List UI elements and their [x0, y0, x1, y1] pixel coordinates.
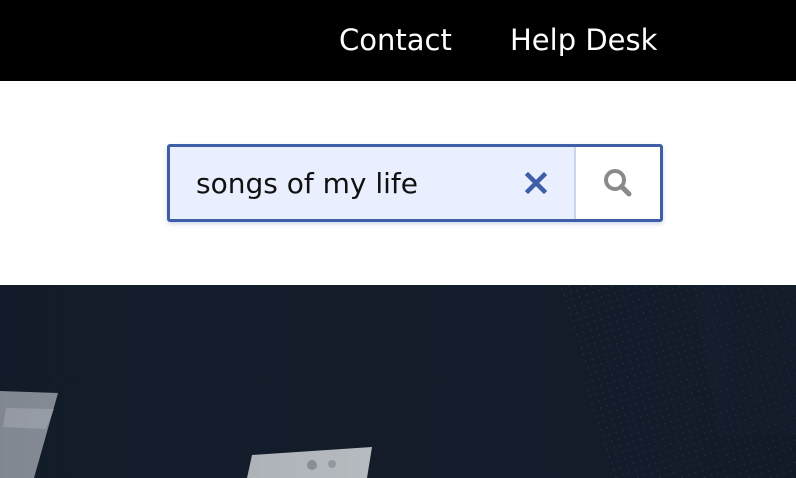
search-button[interactable]: [576, 147, 660, 219]
nav-link-contact[interactable]: Contact: [339, 18, 452, 62]
nav-link-help-desk[interactable]: Help Desk: [510, 18, 657, 62]
search-form: [167, 144, 663, 222]
hero-background-image: [0, 285, 796, 478]
clear-search-button[interactable]: [514, 160, 558, 206]
close-icon: [524, 171, 548, 195]
search-section: [0, 81, 796, 285]
search-input[interactable]: [170, 147, 510, 219]
search-field-container: [170, 147, 576, 219]
search-icon: [604, 169, 632, 197]
hero-studio-artwork: [0, 285, 796, 478]
top-navigation-bar: Contact Help Desk: [0, 0, 796, 81]
